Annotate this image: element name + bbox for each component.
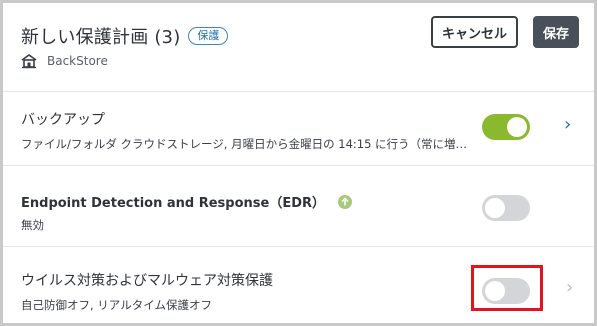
edr-description: 無効 xyxy=(21,218,44,232)
title-row: 新しい保護計画 (3) 保護 xyxy=(21,23,229,49)
chevron-right-icon[interactable]: › xyxy=(564,114,571,135)
page-title: 新しい保護計画 (3) xyxy=(21,27,181,48)
backup-row[interactable]: バックアップ ファイル/フォルダ クラウドストレージ, 月曜日から金曜日の 14… xyxy=(3,92,594,166)
backup-description: ファイル/フォルダ クラウドストレージ, 月曜日から金曜日の 14:15 に行う… xyxy=(21,137,468,151)
antivirus-title: ウイルス対策およびマルウェア対策保護 xyxy=(21,273,273,289)
edr-toggle[interactable] xyxy=(482,195,530,221)
save-button[interactable]: 保存 xyxy=(533,16,579,48)
edr-title-text: Endpoint Detection and Response（EDR） xyxy=(21,196,326,211)
upgrade-icon[interactable] xyxy=(337,195,352,209)
status-badge: 保護 xyxy=(188,27,229,45)
protection-plan-panel: 新しい保護計画 (3) 保護 BackStore キャンセル 保存 バックアップ… xyxy=(0,0,597,326)
panel-header: 新しい保護計画 (3) 保護 BackStore キャンセル 保存 xyxy=(3,3,594,92)
backup-title: バックアップ xyxy=(21,112,105,128)
building-icon xyxy=(21,54,37,69)
highlight-box xyxy=(471,265,543,311)
toggle-knob xyxy=(507,117,527,137)
edr-title: Endpoint Detection and Response（EDR） xyxy=(21,192,352,211)
backup-toggle[interactable] xyxy=(482,114,530,140)
antivirus-description: 自己防御オフ, リアルタイム保護オフ xyxy=(21,298,212,312)
store-row: BackStore xyxy=(21,53,108,69)
edr-row: Endpoint Detection and Response（EDR） 無効 xyxy=(3,166,594,247)
cancel-button[interactable]: キャンセル xyxy=(431,16,518,48)
chevron-right-icon[interactable]: › xyxy=(566,277,573,298)
toggle-knob xyxy=(485,198,505,218)
store-name: BackStore xyxy=(47,54,108,68)
